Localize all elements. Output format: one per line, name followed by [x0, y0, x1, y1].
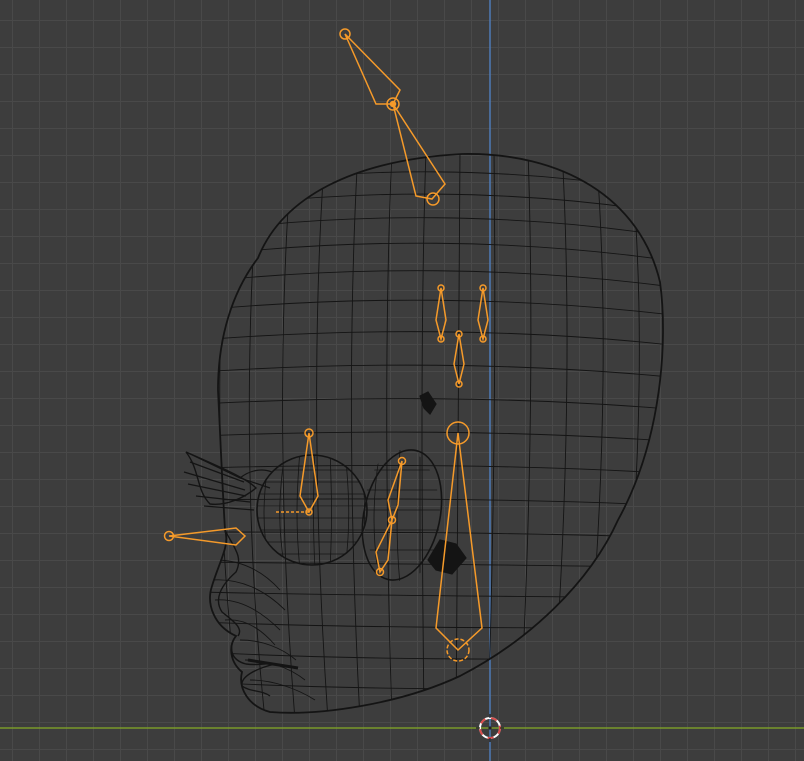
bone-brow-right[interactable] [477, 284, 489, 343]
bone-top-1[interactable] [339, 28, 401, 111]
bone-ear-upper[interactable] [387, 456, 407, 525]
head-wire-lines [210, 153, 664, 713]
lips-outline [230, 635, 278, 697]
eyelashes [183, 451, 273, 511]
head-mesh[interactable] [183, 150, 680, 720]
3d-cursor-icon[interactable] [476, 714, 504, 742]
bone-top-2[interactable] [392, 103, 446, 206]
eye-wire-lines [257, 455, 367, 565]
bone-nose[interactable] [163, 527, 247, 546]
bone-ear-lower[interactable] [375, 519, 393, 577]
bone-brow-left[interactable] [435, 284, 447, 343]
3d-viewport[interactable] [0, 0, 804, 761]
mesh-detail-dark-2 [427, 539, 467, 575]
viewport-scene[interactable] [0, 0, 804, 761]
